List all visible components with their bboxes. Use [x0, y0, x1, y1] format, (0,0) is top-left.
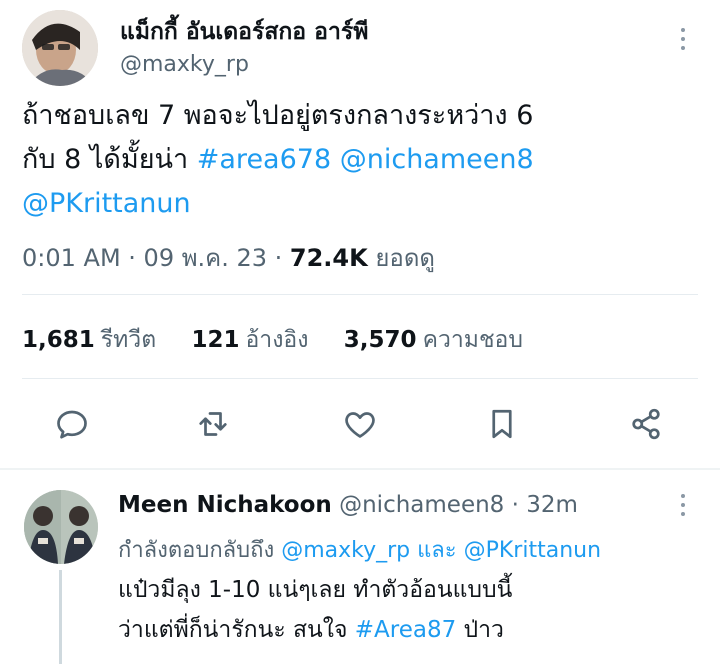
- avatar-photo: [22, 10, 98, 86]
- views-count: 72.4K: [289, 244, 368, 272]
- retweet-icon: [199, 412, 227, 436]
- tweet-meta: 0:01 AM · 09 พ.ค. 23 · 72.4K ยอดดู: [22, 244, 436, 272]
- divider: [22, 378, 698, 379]
- bookmark-icon: [492, 409, 512, 439]
- bookmark-button[interactable]: [478, 400, 526, 448]
- reply-header: Meen Nichakoon @nichameen8 · 32m: [118, 492, 578, 518]
- like-button[interactable]: [336, 400, 384, 448]
- share-button[interactable]: [622, 400, 670, 448]
- quotes-label: อ้างอิง: [245, 327, 309, 353]
- reply-handle[interactable]: @nichameen8: [339, 492, 504, 518]
- avatar[interactable]: [22, 10, 98, 86]
- display-name[interactable]: แม็กกี้ อันเดอร์สกอ อาร์พี: [120, 14, 368, 50]
- tweet-text-segment: กับ 8 ได้มั้ยน่า: [22, 144, 197, 175]
- reply-icon: [57, 410, 87, 439]
- retweets-label: รีทวีต: [100, 327, 157, 353]
- mention-link[interactable]: @nichameen8: [340, 144, 534, 175]
- more-options-icon[interactable]: [672, 490, 694, 520]
- avatar-photo: [24, 490, 98, 564]
- tweet-text-line: กับ 8 ได้มั้ยน่า #area678 @nichameen8: [22, 138, 702, 182]
- reply-time[interactable]: 32m: [526, 492, 578, 518]
- replying-to: กำลังตอบกลับถึง @maxky_rp และ @PKrittanu…: [118, 532, 601, 567]
- reply-text-segment: ว่าแต่พี่ก็น่ารักนะ สนใจ: [118, 617, 355, 643]
- quotes-count: 121: [191, 327, 240, 353]
- views-label: ยอดดู: [375, 244, 436, 272]
- share-icon: [632, 408, 660, 440]
- action-bar: [0, 400, 720, 448]
- tweet-stats: 1,681 รีทวีต 121 อ้างอิง 3,570 ความชอบ: [22, 322, 551, 358]
- mention-link[interactable]: @PKrittanun: [22, 188, 191, 219]
- user-handle[interactable]: @maxky_rp: [120, 52, 249, 77]
- thread-line: [59, 570, 62, 664]
- hashtag-link[interactable]: #Area87: [355, 617, 456, 643]
- reply-text-line: แป๋วมีลุง 1-10 แน่ๆเลย ทำตัวอ้อนแบบนี้: [118, 577, 513, 603]
- more-options-icon[interactable]: [672, 24, 694, 54]
- likes-stat[interactable]: 3,570 ความชอบ: [344, 327, 551, 353]
- replying-and: และ: [417, 538, 457, 563]
- divider: [22, 294, 698, 295]
- likes-label: ความชอบ: [422, 327, 523, 353]
- reply-display-name[interactable]: Meen Nichakoon: [118, 492, 332, 518]
- mention-link[interactable]: @maxky_rp: [281, 538, 410, 563]
- reply-tweet[interactable]: Meen Nichakoon @nichameen8 · 32m กำลังตอ…: [0, 470, 720, 664]
- reply-text-line: ว่าแต่พี่ก็น่ารักนะ สนใจ #Area87 ป่าว: [118, 610, 512, 650]
- retweets-stat[interactable]: 1,681 รีทวีต: [22, 327, 184, 353]
- reply-button[interactable]: [48, 400, 96, 448]
- reply-text-segment: ป่าว: [456, 617, 504, 643]
- hashtag-link[interactable]: #area678: [197, 144, 331, 175]
- replying-prefix: กำลังตอบกลับถึง: [118, 538, 275, 563]
- avatar[interactable]: [24, 490, 98, 564]
- retweets-count: 1,681: [22, 327, 95, 353]
- quotes-stat[interactable]: 121 อ้างอิง: [191, 327, 336, 353]
- like-icon: [345, 412, 375, 438]
- tweet-date[interactable]: 09 พ.ค. 23: [144, 244, 267, 272]
- mention-link[interactable]: @PKrittanun: [464, 538, 601, 563]
- reply-text: แป๋วมีลุง 1-10 แน่ๆเลย ทำตัวอ้อนแบบนี้ ว…: [118, 570, 512, 650]
- tweet-time[interactable]: 0:01 AM: [22, 244, 121, 272]
- tweet-text-line: ถ้าชอบเลข 7 พอจะไปอยู่ตรงกลางระหว่าง 6: [22, 100, 534, 131]
- likes-count: 3,570: [343, 327, 417, 353]
- tweet-text: ถ้าชอบเลข 7 พอจะไปอยู่ตรงกลางระหว่าง 6 ก…: [22, 94, 702, 226]
- retweet-button[interactable]: [189, 400, 237, 448]
- tweet-text-line: @PKrittanun: [22, 182, 702, 226]
